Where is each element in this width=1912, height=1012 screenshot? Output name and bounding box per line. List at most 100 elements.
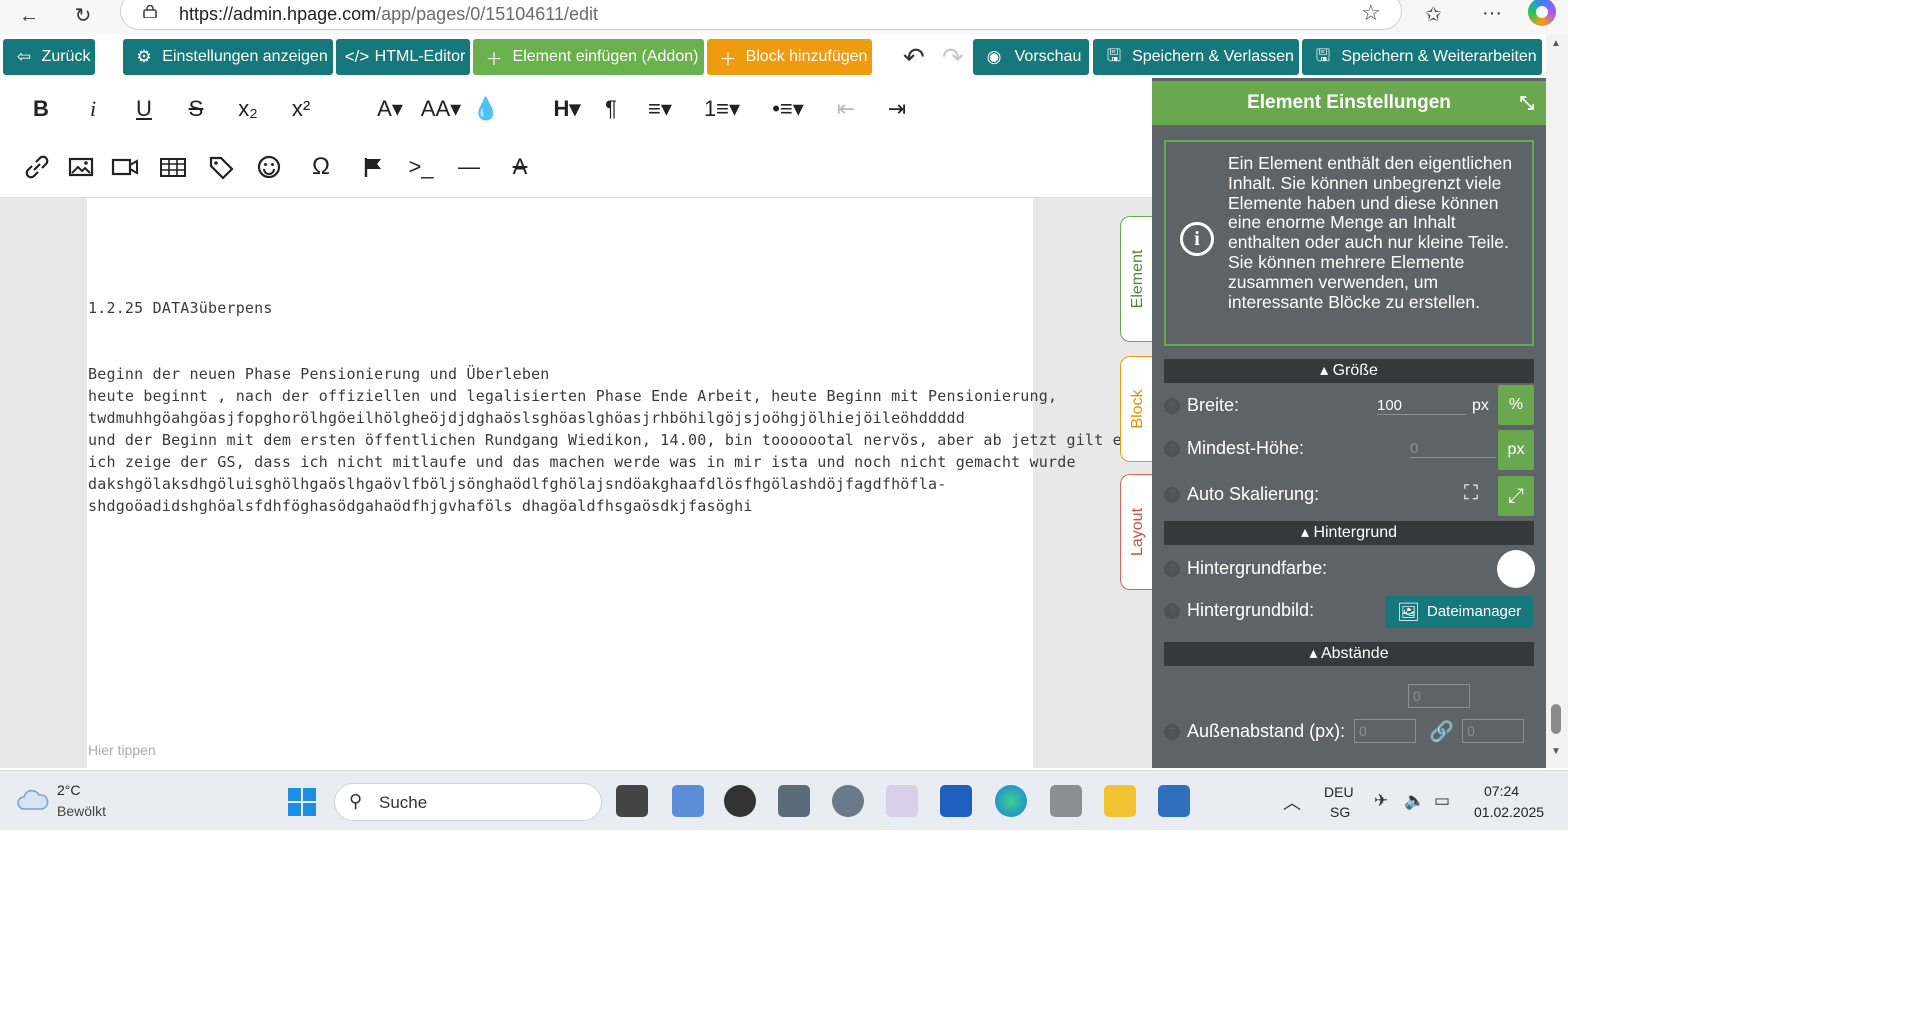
font-family-button[interactable]: AA▾ [416, 94, 466, 124]
margin-left-input[interactable]: 0 [1354, 719, 1416, 743]
word-app-icon[interactable] [940, 785, 972, 817]
address-bar[interactable]: https://admin.hpage.com/app/pages/0/1510… [120, 0, 1402, 30]
subscript-button[interactable]: x₂ [231, 94, 265, 124]
favorites-icon[interactable]: ✩ [1425, 2, 1442, 27]
back-button[interactable]: ⇦ Zurück [3, 39, 95, 75]
help-icon[interactable]: ? [1164, 441, 1180, 457]
help-icon[interactable]: ? [1164, 724, 1180, 740]
code-block-icon[interactable]: >_ [404, 152, 438, 182]
min-height-unit-button[interactable]: px [1498, 430, 1534, 470]
favorite-star-icon[interactable]: ☆ [1361, 0, 1381, 26]
insert-element-button[interactable]: ＋ Element einfügen (Addon) [473, 39, 704, 75]
help-icon[interactable]: ? [1164, 487, 1180, 503]
notepad-app-icon[interactable] [672, 785, 704, 817]
help-icon[interactable]: ? [1164, 398, 1180, 414]
help-icon[interactable]: ? [1164, 603, 1180, 619]
network-icon[interactable]: ✈ [1374, 791, 1388, 811]
chevron-up-icon[interactable]: ︿ [1283, 789, 1301, 815]
paragraph-icon[interactable]: ¶ [594, 94, 628, 124]
margin-right-input[interactable]: 0 [1462, 719, 1524, 743]
reload-icon[interactable]: ↻ [68, 2, 98, 30]
link-values-icon[interactable]: 🔗 [1429, 719, 1454, 744]
collapse-panel-icon[interactable]: ⤡ [1520, 81, 1534, 125]
clear-format-icon[interactable]: A [503, 152, 537, 182]
snipping-tool-icon[interactable] [886, 785, 918, 817]
expand-icon[interactable]: ⛶ [1464, 482, 1478, 505]
scrollbar-thumb[interactable] [1551, 704, 1561, 734]
html-editor-button[interactable]: </> HTML-Editor [336, 39, 470, 75]
width-input[interactable]: 100 [1377, 397, 1467, 415]
redo-icon[interactable]: ↷ [942, 42, 964, 73]
heading-button[interactable]: H▾ [544, 94, 590, 124]
section-background[interactable]: ▴ Hintergrund [1164, 521, 1534, 545]
section-spacing[interactable]: ▴ Abstände [1164, 642, 1534, 666]
camera-app-icon[interactable] [778, 785, 810, 817]
section-size[interactable]: ▴ Größe [1164, 359, 1534, 383]
table-icon[interactable] [156, 152, 190, 182]
auto-scale-toggle-icon[interactable]: ⤢ [1498, 476, 1534, 516]
editor-page[interactable]: 1.2.25 DATA3überpens Beginn der neuen Ph… [87, 198, 1205, 768]
tab-block-label: Block [1128, 389, 1146, 429]
info-text: Ein Element enthält den eigentlichen Inh… [1228, 153, 1513, 312]
input-language[interactable]: DEU [1324, 784, 1354, 800]
undo-icon[interactable]: ↶ [903, 42, 925, 73]
taskbar-search[interactable]: ⚲ Suche [334, 783, 602, 821]
bg-image-label: Hintergrundbild: [1187, 600, 1315, 620]
image-icon[interactable] [64, 152, 98, 182]
clock-date[interactable]: 01.02.2025 [1474, 804, 1544, 820]
copilot-icon[interactable] [1528, 0, 1556, 26]
strikethrough-button[interactable]: S [179, 94, 213, 124]
tag-icon[interactable] [204, 152, 238, 182]
windows-start-icon[interactable] [287, 787, 317, 817]
outdent-icon[interactable]: ⇤ [829, 94, 863, 124]
min-height-input[interactable]: 0 [1410, 440, 1496, 458]
flag-icon[interactable] [356, 152, 390, 182]
width-unit-px[interactable]: px [1472, 397, 1489, 415]
special-characters-icon[interactable]: Ω [304, 152, 338, 182]
scroll-down-icon[interactable]: ▼ [1551, 746, 1561, 757]
scroll-up-icon[interactable]: ▲ [1551, 38, 1561, 49]
keyboard-layout[interactable]: SG [1330, 804, 1350, 820]
edge-browser-icon[interactable] [995, 785, 1027, 817]
italic-button[interactable]: i [76, 94, 110, 124]
help-icon[interactable]: ? [1164, 561, 1180, 577]
bg-color-swatch[interactable] [1497, 550, 1535, 588]
save-continue-button[interactable]: 🖫 Speichern & Weiterarbeiten [1302, 39, 1542, 75]
tab-element[interactable]: Element [1120, 216, 1154, 342]
ordered-list-button[interactable]: 1≡▾ [694, 94, 750, 124]
tab-layout[interactable]: Layout [1120, 474, 1154, 590]
bold-button[interactable]: B [24, 94, 58, 124]
more-menu-icon[interactable]: ··· [1482, 2, 1502, 25]
tab-block[interactable]: Block [1120, 356, 1154, 462]
file-explorer-icon[interactable] [1104, 785, 1136, 817]
settings-app-icon[interactable] [832, 785, 864, 817]
task-view-icon[interactable] [616, 785, 648, 817]
bullet-list-button[interactable]: •≡▾ [760, 94, 816, 124]
add-block-button[interactable]: ＋ Block hinzufügen [707, 39, 872, 75]
battery-icon[interactable]: ▭ [1434, 791, 1450, 811]
clock-time[interactable]: 07:24 [1484, 783, 1519, 799]
voice-recorder-icon[interactable] [1050, 785, 1082, 817]
indent-icon[interactable]: ⇥ [880, 94, 914, 124]
page-scrollbar[interactable]: ▲ ▼ [1546, 34, 1568, 768]
link-icon[interactable] [20, 152, 54, 182]
underline-button[interactable]: U [127, 94, 161, 124]
calculator-app-icon[interactable] [1158, 785, 1190, 817]
volume-icon[interactable]: 🔈 [1404, 791, 1425, 811]
panel-title: Element Einstellungen [1247, 92, 1451, 113]
back-arrow-icon[interactable]: ← [14, 2, 44, 30]
media-player-icon[interactable] [724, 785, 756, 817]
margin-top-input[interactable]: 0 [1408, 684, 1470, 708]
width-unit-percent-button[interactable]: % [1498, 385, 1534, 425]
file-manager-button[interactable]: 🖼 Dateimanager [1385, 596, 1533, 628]
superscript-button[interactable]: x² [284, 94, 318, 124]
emoji-icon[interactable] [252, 152, 286, 182]
preview-button[interactable]: ◉ Vorschau [973, 39, 1089, 75]
horizontal-line-icon[interactable]: — [452, 152, 486, 182]
save-exit-button[interactable]: 🖫 Speichern & Verlassen [1093, 39, 1299, 75]
video-icon[interactable] [108, 152, 142, 182]
text-color-icon[interactable]: 💧 [469, 94, 503, 124]
show-settings-button[interactable]: ⚙ Einstellungen anzeigen [123, 39, 333, 75]
align-button[interactable]: ≡▾ [638, 94, 682, 124]
font-size-button[interactable]: A▾ [366, 94, 414, 124]
